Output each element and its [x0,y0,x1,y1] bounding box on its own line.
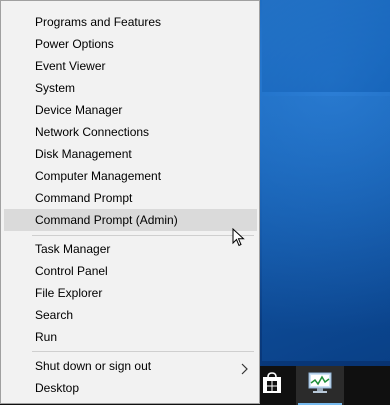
menu-item-desktop[interactable]: Desktop [4,377,257,399]
wallpaper-pane [262,0,390,92]
menu-item-network-connections[interactable]: Network Connections [4,121,257,143]
menu-separator [32,235,254,236]
menu-item-programs-and-features[interactable]: Programs and Features [4,11,257,33]
menu-item-label: Shut down or sign out [35,359,152,373]
menu-item-search[interactable]: Search [4,304,257,326]
wallpaper-pane [262,96,390,361]
menu-item-computer-management[interactable]: Computer Management [4,165,257,187]
menu-item-disk-management[interactable]: Disk Management [4,143,257,165]
menu-separator [32,351,254,352]
menu-item-control-panel[interactable]: Control Panel [4,260,257,282]
menu-item-power-options[interactable]: Power Options [4,33,257,55]
menu-item-run[interactable]: Run [4,326,257,348]
menu-item-system[interactable]: System [4,77,257,99]
chevron-right-icon [238,360,250,375]
store-icon [262,372,282,399]
performance-monitor-icon [308,372,332,399]
menu-item-command-prompt-admin[interactable]: Command Prompt (Admin) [4,209,257,231]
menu-item-command-prompt[interactable]: Command Prompt [4,187,257,209]
menu-item-task-manager[interactable]: Task Manager [4,238,257,260]
menu-item-file-explorer[interactable]: File Explorer [4,282,257,304]
menu-item-shut-down-or-sign-out[interactable]: Shut down or sign out [4,355,257,377]
menu-item-device-manager[interactable]: Device Manager [4,99,257,121]
menu-item-event-viewer[interactable]: Event Viewer [4,55,257,77]
mouse-pointer-icon [232,227,246,248]
quick-link-menu: Programs and Features Power Options Even… [0,0,260,404]
taskbar-performance-monitor-button[interactable] [296,366,344,405]
